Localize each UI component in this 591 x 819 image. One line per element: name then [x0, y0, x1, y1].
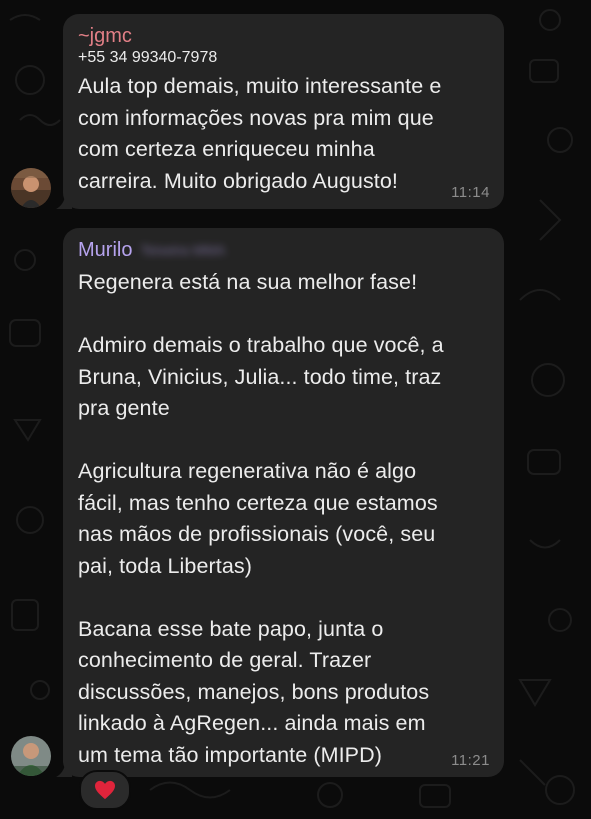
message-bubble[interactable]: Murilo Teixeira MMA Regenera está na sua … [56, 228, 504, 777]
message-text: Regenera está na sua melhor fase! Admiro… [78, 270, 444, 767]
message-time: 11:14 [451, 184, 490, 201]
message-text: Aula top demais, muito interessante e co… [78, 74, 442, 193]
avatar[interactable] [11, 168, 51, 208]
sender-name-suffix: Teixeira MMA [140, 242, 226, 259]
message-bubble[interactable]: ~jgmc +55 34 99340-7978 Aula top demais,… [56, 14, 504, 209]
bubble-tail [56, 761, 72, 777]
bubble-tail [56, 193, 72, 209]
avatar[interactable] [11, 736, 51, 776]
user-photo-avatar-icon [11, 736, 51, 776]
heart-icon [95, 780, 115, 800]
sender-name[interactable]: ~jgmc [78, 24, 490, 49]
sender-name-text: ~jgmc [78, 25, 132, 47]
sender-phone: +55 34 99340-7978 [78, 49, 218, 66]
reaction-chip[interactable] [79, 770, 131, 810]
message-time: 11:21 [451, 752, 490, 769]
sender-name-text: Murilo [78, 239, 133, 261]
sender-name[interactable]: Murilo Teixeira MMA [78, 238, 490, 263]
user-photo-avatar-icon [11, 168, 51, 208]
